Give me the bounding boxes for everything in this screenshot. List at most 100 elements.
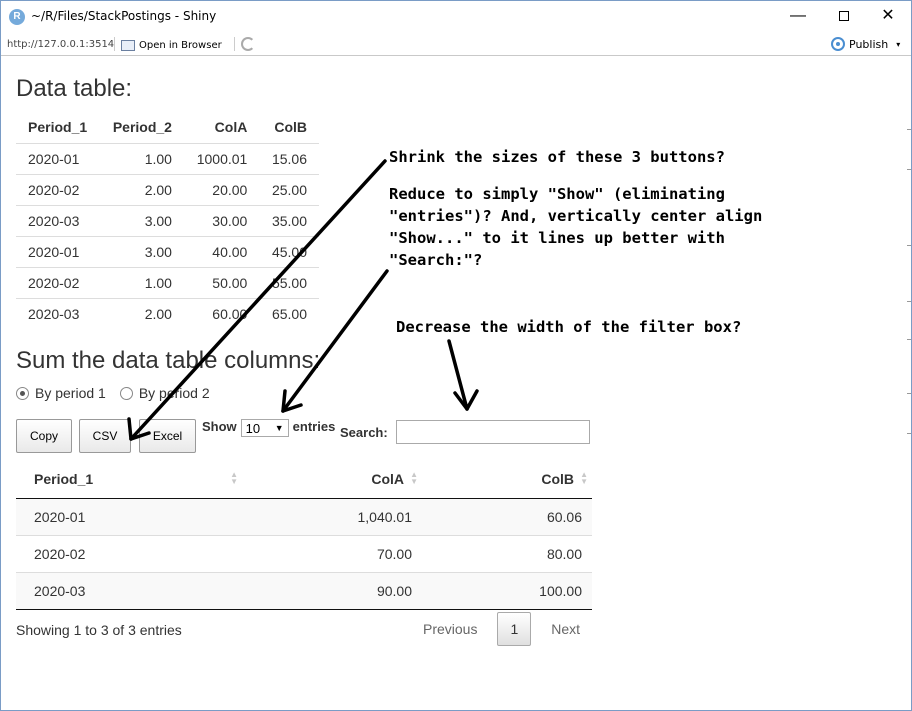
sort-icon[interactable]: ▲ ▼	[580, 471, 588, 486]
publish-button[interactable]: Publish ▾	[831, 37, 900, 51]
table-cell: 100.00	[422, 571, 592, 610]
table-cell: 2020-01	[16, 498, 242, 535]
table-cell: 2.00	[99, 173, 184, 205]
table-row: 2020-01 3.00 40.00 45.00	[16, 235, 319, 267]
radio-button-checked[interactable]	[16, 386, 29, 400]
table-row: 2020-02 70.00 80.00	[16, 534, 592, 572]
sum-table: Period_1 ▲ ▼ ColA ▲ ▼ ColB ▲ ▼ 2020-01 1,040.01…	[16, 460, 592, 610]
table-cell: 25.00	[259, 173, 319, 205]
previous-button[interactable]: Previous	[413, 612, 487, 646]
table-cell: 30.00	[183, 204, 260, 236]
table-row: 2020-01 1,040.01 60.06	[16, 498, 592, 535]
radio-label: By period 1	[35, 385, 106, 401]
minimize-button[interactable]: —	[775, 1, 821, 33]
table-cell: 55.00	[259, 266, 319, 298]
next-button[interactable]: Next	[541, 612, 590, 646]
table-cell: 35.00	[259, 204, 319, 236]
app-window: R ~/R/Files/StackPostings - Shiny — ✕ ht…	[0, 0, 912, 711]
search-label: Search:	[340, 424, 388, 440]
show-label: Show	[202, 419, 237, 434]
copy-button[interactable]: Copy	[16, 419, 72, 453]
csv-button[interactable]: CSV	[79, 419, 131, 453]
annotation-reduce-show: Reduce to simply "Show" (eliminating "en…	[389, 185, 763, 269]
address-bar: http://127.0.0.1:3514 Open in Browser Pu…	[1, 34, 911, 56]
table-cell: 2020-02	[16, 534, 242, 572]
table-row: 2020-02 1.00 50.00 55.00	[16, 266, 319, 298]
table-row: 2020-01 1.00 1000.01 15.06	[16, 143, 319, 174]
table-cell: 3.00	[99, 204, 184, 236]
open-in-browser-label: Open in Browser	[139, 39, 222, 51]
annotation-shrink-buttons: Shrink the sizes of these 3 buttons?	[389, 148, 725, 166]
table-cell: 1,040.01	[242, 498, 422, 535]
radio-label: By period 2	[138, 385, 210, 401]
app-content: Data table: Period_1 Period_2 ColA ColB …	[1, 57, 911, 711]
sort-icon[interactable]: ▲ ▼	[230, 471, 238, 486]
publish-label: Publish	[849, 37, 889, 51]
open-in-browser-button[interactable]: Open in Browser	[121, 37, 222, 53]
radio-button[interactable]	[119, 386, 133, 400]
chevron-down-icon: ▾	[896, 39, 901, 49]
maximize-icon	[839, 10, 849, 21]
column-header: Period_1	[16, 111, 100, 144]
title-bar: R ~/R/Files/StackPostings - Shiny — ✕	[1, 1, 911, 33]
table-cell: 1.00	[144, 150, 172, 167]
table-row: 2020-03 90.00 100.00	[16, 571, 592, 610]
table-cell: 70.00	[242, 534, 422, 572]
table-cell: 1000.01	[196, 150, 248, 167]
browser-icon	[121, 39, 135, 51]
table-row: 2020-03 2.00 60.00 65.00	[16, 297, 319, 329]
search-input[interactable]	[395, 420, 590, 444]
window-title: ~/R/Files/StackPostings - Shiny	[31, 9, 217, 23]
entries-label: entries	[292, 419, 336, 434]
maximize-button[interactable]	[821, 1, 867, 33]
publish-icon	[831, 37, 845, 51]
table-cell: 2020-01	[28, 150, 80, 167]
table-cell: 60.00	[183, 297, 260, 329]
table-cell: 50.00	[183, 266, 260, 298]
page-length-select[interactable]: 10 ▼	[240, 419, 289, 437]
table-cell: 2020-03	[16, 297, 100, 329]
table-cell: 40.00	[183, 235, 260, 267]
sort-icon[interactable]: ▲ ▼	[410, 471, 418, 486]
table-cell: 3.00	[99, 235, 184, 267]
table-row: 2020-02 2.00 20.00 25.00	[16, 173, 319, 205]
annotation-filter-width: Decrease the width of the filter box?	[396, 318, 742, 336]
close-button[interactable]: ✕	[865, 1, 911, 33]
url-text[interactable]: http://127.0.0.1:3514	[7, 39, 114, 50]
radio-by-period-2[interactable]: By period 2	[119, 385, 210, 401]
table-cell: 2020-03	[16, 204, 100, 236]
table-header-row: Period_1 Period_2 ColA ColB	[16, 111, 319, 144]
table-cell: 2020-03	[16, 571, 242, 610]
refresh-icon[interactable]	[241, 37, 255, 51]
table-cell: 2020-02	[16, 266, 100, 298]
excel-button[interactable]: Excel	[139, 419, 196, 453]
page-1-button[interactable]: 1	[497, 612, 532, 646]
table-cell: 80.00	[422, 534, 592, 572]
data-table: Period_1 Period_2 ColA ColB 2020-01 1.00 1…	[16, 111, 319, 329]
dropdown-arrow-icon: ▼	[274, 423, 284, 433]
divider	[114, 37, 115, 51]
table-cell: 65.00	[259, 297, 319, 329]
divider	[234, 37, 235, 51]
table-cell: 2020-02	[16, 173, 100, 205]
table-cell: 2020-01	[16, 235, 100, 267]
window-edge	[907, 57, 911, 711]
table-cell: 1.00	[99, 266, 184, 298]
column-header: ColA	[183, 111, 260, 144]
column-header: ColB	[259, 111, 319, 144]
table-row: 2020-03 3.00 30.00 35.00	[16, 204, 319, 236]
r-logo-icon: R	[9, 9, 25, 25]
column-header-period-1[interactable]: Period_1 ▲ ▼	[16, 460, 242, 499]
table-cell: 60.06	[422, 498, 592, 535]
column-header: Period_2	[99, 111, 184, 144]
column-header-colb[interactable]: ColB ▲ ▼	[422, 460, 592, 499]
radio-by-period-1[interactable]: By period 1	[16, 385, 106, 401]
arrowhead	[281, 389, 303, 413]
table-cell: 45.00	[259, 235, 319, 267]
arrow-to-filter	[447, 339, 469, 411]
column-header-cola[interactable]: ColA ▲ ▼	[242, 460, 422, 499]
search-control: Search:	[340, 420, 590, 444]
table-cell: 15.06	[271, 150, 307, 167]
table-header-row: Period_1 ▲ ▼ ColA ▲ ▼ ColB ▲ ▼	[16, 460, 592, 499]
pagination: Previous 1 Next	[413, 612, 590, 646]
